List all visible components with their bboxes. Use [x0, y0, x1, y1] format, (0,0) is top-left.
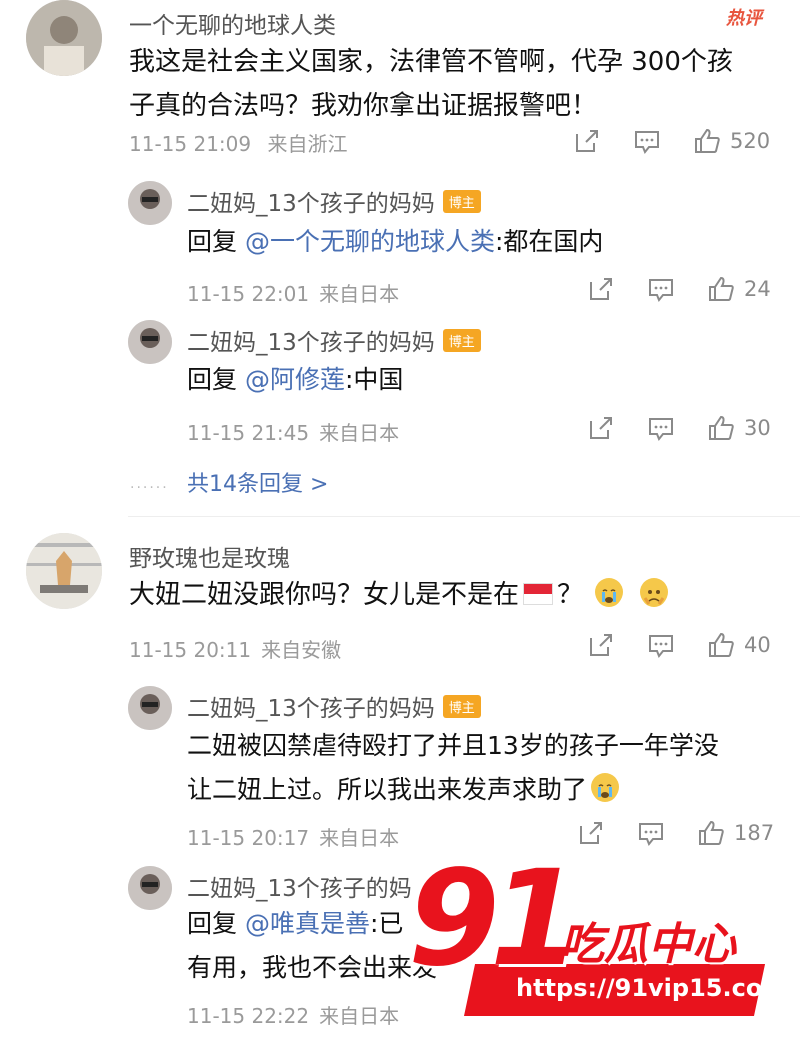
reply-text: 回复 @唯真是善:已 有用，我也不会出来发: [187, 902, 437, 990]
reply-text: 回复 @阿修莲:中国: [187, 365, 404, 394]
author-badge: 博主: [442, 329, 481, 352]
comment-text-line: 我这是社会主义国家，法律管不管啊，代孕 300个孩: [129, 47, 733, 77]
share-icon[interactable]: [586, 630, 616, 660]
reply-meta: 11-15 22:22 来自日本: [187, 1004, 400, 1028]
comment-icon[interactable]: [646, 413, 676, 443]
reply-text-line: 回复 @唯真是善:已: [187, 909, 404, 938]
worried-emoji-icon: [639, 578, 668, 607]
divider: [128, 516, 800, 517]
watermark-title: 吃瓜中心: [560, 919, 736, 970]
comment-text: 我这是社会主义国家，法律管不管啊，代孕 300个孩 子真的合法吗？我劝你拿出证据…: [129, 40, 733, 128]
comment-meta: 11-15 20:11 来自安徽: [129, 638, 342, 662]
comment-icon[interactable]: [646, 630, 676, 660]
reply-meta: 11-15 21:45 来自日本: [187, 421, 400, 445]
reply-actions: 30: [586, 413, 771, 443]
avatar[interactable]: [128, 866, 172, 910]
like-button[interactable]: 24: [706, 274, 771, 304]
mention-link[interactable]: @唯真是善: [245, 909, 370, 938]
reply-text: 二妞被囚禁虐待殴打了并且13岁的孩子一年学没 让二妞上过。所以我出来发声求助了: [187, 724, 719, 812]
reply-text-line: 有用，我也不会出来发: [187, 953, 438, 982]
reply-meta: 11-15 20:17 来自日本: [187, 826, 400, 850]
comment-icon[interactable]: [636, 818, 666, 848]
comment-icon[interactable]: [632, 126, 662, 156]
like-count: 520: [730, 129, 771, 153]
comment-meta: 11-15 21:09 来自浙江: [129, 128, 347, 157]
avatar[interactable]: [128, 181, 172, 225]
avatar[interactable]: [26, 0, 102, 76]
like-button[interactable]: 520: [692, 126, 770, 156]
comment-text-line: 子真的合法吗？我劝你拿出证据报警吧！: [129, 91, 598, 121]
watermark-number: 91: [408, 842, 582, 996]
thumbs-up-icon: [709, 632, 734, 657]
site-watermark: 91 吃瓜中心 https://91vip15.com: [408, 842, 800, 1035]
comment-username[interactable]: 一个无聊的地球人类: [129, 6, 336, 40]
thumbs-up-icon: [695, 128, 720, 153]
comment-time: 11-15 21:09: [129, 132, 252, 156]
avatar[interactable]: [26, 533, 102, 609]
thumbs-up-icon: [699, 820, 724, 845]
reply-meta: 11-15 22:01 来自日本: [187, 282, 400, 306]
author-badge: 博主: [442, 695, 481, 718]
share-icon[interactable]: [572, 126, 602, 156]
mention-link[interactable]: @阿修莲: [245, 365, 345, 394]
watermark-url: https://91vip15.com: [516, 974, 788, 1002]
avatar[interactable]: [128, 320, 172, 364]
comment-icon[interactable]: [646, 274, 676, 304]
like-count: 187: [734, 821, 775, 845]
comment-actions: 520: [572, 126, 770, 156]
share-icon[interactable]: [576, 818, 606, 848]
more-replies-link[interactable]: 共14条回复 >: [187, 466, 328, 498]
comment-username[interactable]: 野玫瑰也是玫瑰: [129, 539, 290, 573]
share-icon[interactable]: [586, 413, 616, 443]
comment-text: 大妞二妞没跟你吗？女儿是不是在？: [129, 573, 672, 617]
share-icon[interactable]: [586, 274, 616, 304]
reply-username[interactable]: 二妞妈_13个孩子的妈: [187, 869, 412, 903]
singapore-flag-icon: [523, 583, 554, 605]
reply-text-line: 二妞被囚禁虐待殴打了并且13岁的孩子一年学没: [187, 731, 719, 760]
reply-username[interactable]: 二妞妈_13个孩子的妈妈 博主: [187, 689, 481, 723]
reply-actions: 24: [586, 274, 771, 304]
like-button[interactable]: 30: [706, 413, 771, 443]
mention-link[interactable]: @一个无聊的地球人类: [245, 227, 495, 256]
crying-emoji-icon: [591, 773, 620, 802]
comment-location: 来自浙江: [267, 132, 348, 156]
like-count: 40: [744, 633, 771, 657]
crying-emoji-icon: [595, 578, 624, 607]
reply-actions: 187: [576, 818, 774, 848]
like-count: 24: [744, 277, 771, 301]
hot-comment-badge: 热评: [726, 8, 762, 29]
like-button[interactable]: 187: [696, 818, 774, 848]
reply-username[interactable]: 二妞妈_13个孩子的妈妈 博主: [187, 323, 481, 357]
author-badge: 博主: [442, 190, 481, 213]
reply-text-line: 让二妞上过。所以我出来发声求助了: [187, 768, 719, 812]
comment-actions: 40: [586, 630, 771, 660]
thumbs-up-icon: [709, 276, 734, 301]
reply-text: 回复 @一个无聊的地球人类:都在国内: [187, 227, 604, 256]
reply-username[interactable]: 二妞妈_13个孩子的妈妈 博主: [187, 184, 481, 218]
like-count: 30: [744, 416, 771, 440]
like-button[interactable]: 40: [706, 630, 771, 660]
avatar[interactable]: [128, 686, 172, 730]
more-replies-dots: ......: [130, 476, 169, 492]
thumbs-up-icon: [709, 415, 734, 440]
